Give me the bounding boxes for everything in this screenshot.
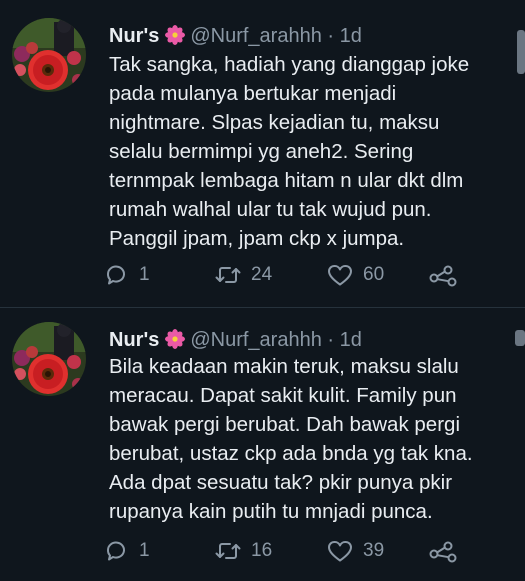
avatar[interactable] (12, 322, 86, 396)
retweet-button[interactable]: 16 (215, 537, 272, 565)
timestamp[interactable]: 1d (340, 25, 362, 47)
tweet-text-line: selalu bermimpi yg aneh2. Sering (109, 140, 414, 163)
tweet-text-line: Bila keadaan makin teruk, maksu slalu (109, 355, 459, 378)
like-button[interactable]: 39 (327, 537, 384, 565)
reply-button[interactable]: 1 (105, 261, 150, 289)
avatar[interactable] (12, 18, 86, 92)
pink-flower-icon (165, 25, 186, 45)
tweet-text-line: berubat, ustaz ckp ada bnda yg tak kna. (109, 442, 473, 465)
tweet-actions: 1 24 60 (105, 261, 525, 289)
retweet-count: 16 (251, 540, 273, 561)
like-count: 60 (363, 264, 385, 285)
pink-flower-icon (165, 329, 186, 349)
tweet-text-line: nightmare. Slpas kejadian tu, maksu (109, 111, 440, 134)
reply-button[interactable]: 1 (105, 537, 150, 565)
user-handle[interactable]: @Nurf_arahhh (190, 329, 321, 351)
reply-icon (105, 539, 129, 563)
retweet-button[interactable]: 24 (215, 261, 272, 289)
display-name[interactable]: Nur's (109, 25, 159, 47)
separator-dot: · (327, 25, 335, 47)
heart-icon (327, 539, 353, 563)
retweet-icon (215, 263, 241, 287)
tweet-text-line: rumah walhal ular tu tak wujud pun. (109, 198, 432, 221)
tweet-header: Nur's @Nurf_arahhh · 1d (109, 24, 362, 48)
tweet-actions: 1 16 39 (105, 537, 525, 565)
reply-icon (105, 263, 129, 287)
tweet-text-line: bawak pergi berubat. Dah bawak pergi (109, 413, 460, 436)
avatar-flower-photo (12, 322, 86, 396)
reply-count: 1 (139, 264, 150, 285)
display-name[interactable]: Nur's (109, 329, 159, 351)
like-button[interactable]: 60 (327, 261, 384, 289)
retweet-count: 24 (251, 264, 273, 285)
chevron-down-icon[interactable] (515, 330, 525, 346)
tweet-thread: Nur's @Nurf_arahhh · 1d Tak sangka, hadia… (0, 0, 525, 581)
tweet[interactable]: Nur's @Nurf_arahhh · 1d Tak sangka, hadia… (0, 0, 525, 308)
reply-count: 1 (139, 540, 150, 561)
share-button[interactable] (429, 537, 457, 565)
heart-icon (327, 263, 353, 287)
tweet-text-line: rupanya kain putih tu mnjadi punca. (109, 500, 433, 523)
tweet-text-line: ternmpak lembaga hitam n ular dkt dlm (109, 169, 464, 192)
share-icon (429, 539, 457, 563)
timestamp[interactable]: 1d (340, 329, 362, 351)
like-count: 39 (363, 540, 385, 561)
share-button[interactable] (429, 261, 457, 289)
avatar-flower-photo (12, 18, 86, 92)
tweet-text-line: pada mulanya bertukar menjadi (109, 82, 397, 105)
share-icon (429, 263, 457, 287)
user-handle[interactable]: @Nurf_arahhh (190, 25, 321, 47)
tweet-text: Tak sangka, hadiah yang dianggap joke pa… (109, 50, 519, 253)
tweet-text-line: Ada dpat sesuatu tak? pkir punya pkir (109, 471, 453, 494)
tweet-text: Bila keadaan makin teruk, maksu slalu me… (109, 352, 519, 526)
separator-dot: · (327, 329, 335, 351)
tweet-text-line: meracau. Dapat sakit kulit. Family pun (109, 384, 457, 407)
tweet-text-line: Panggil jpam, jpam ckp x jumpa. (109, 227, 405, 250)
retweet-icon (215, 539, 241, 563)
tweet-header: Nur's @Nurf_arahhh · 1d (109, 328, 362, 352)
tweet[interactable]: Nur's @Nurf_arahhh · 1d Bila keadaan maki… (0, 308, 525, 581)
tweet-text-line: Tak sangka, hadiah yang dianggap joke (109, 53, 470, 76)
